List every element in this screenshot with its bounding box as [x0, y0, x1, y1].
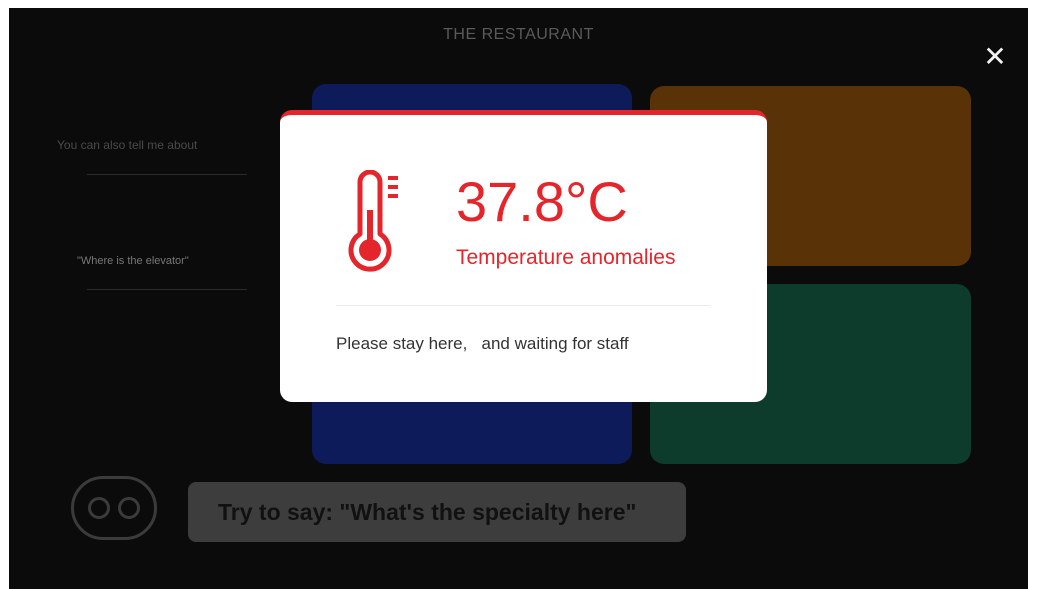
divider [87, 174, 247, 175]
thermometer-icon [348, 170, 398, 272]
dialog-divider [336, 305, 711, 306]
robot-eye-left [88, 497, 110, 519]
robot-eye-right [118, 497, 140, 519]
alert-message: Please stay here, and waiting for staff [336, 334, 629, 353]
close-button[interactable]: ✕ [980, 42, 1010, 72]
left-hint-panel: You can also tell me about "Where is the… [57, 138, 277, 312]
example-question[interactable]: "Where is the elevator" [77, 255, 277, 267]
divider [87, 289, 247, 290]
temperature-alert-dialog: 37.8°C Temperature anomalies Please stay… [280, 110, 767, 402]
temperature-status: Temperature anomalies [456, 246, 676, 269]
robot-avatar-icon [71, 476, 157, 540]
temperature-reading: 37.8°C [456, 170, 628, 233]
voice-prompt-button[interactable]: Try to say: "What's the specialty here" [188, 482, 686, 542]
screen-title: THE RESTAURANT [443, 26, 594, 43]
hint-intro: You can also tell me about [57, 138, 198, 152]
